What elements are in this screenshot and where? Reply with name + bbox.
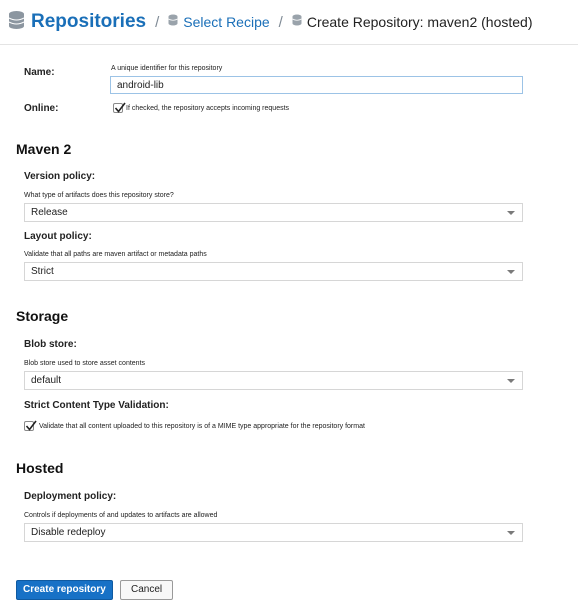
breadcrumb-separator: / xyxy=(278,13,283,31)
layout-policy-value: Strict xyxy=(31,266,54,277)
breadcrumb-separator: / xyxy=(155,13,160,31)
version-policy-value: Release xyxy=(31,207,68,218)
maven2-section-heading: Maven 2 xyxy=(16,141,72,157)
strict-validation-help-text: Validate that all content uploaded to th… xyxy=(39,423,365,430)
checkmark-icon xyxy=(114,102,126,113)
name-input[interactable] xyxy=(110,76,523,94)
database-icon xyxy=(8,10,25,35)
deployment-policy-help-text: Controls if deployments of and updates t… xyxy=(24,512,218,519)
database-icon xyxy=(168,13,178,31)
name-label: Name: xyxy=(24,67,55,78)
layout-policy-help-text: Validate that all paths are maven artifa… xyxy=(24,251,207,258)
version-policy-label: Version policy: xyxy=(24,171,96,182)
blob-store-select[interactable]: default xyxy=(24,371,523,390)
blob-store-help-text: Blob store used to store asset contents xyxy=(24,360,146,367)
blob-store-value: default xyxy=(31,375,62,386)
chevron-down-icon xyxy=(507,270,515,274)
breadcrumb: Repositories / Select Recipe / Create Re… xyxy=(0,0,578,45)
hosted-section-heading: Hosted xyxy=(16,460,64,476)
checkmark-icon xyxy=(25,420,37,431)
layout-policy-label: Layout policy: xyxy=(24,231,92,242)
online-help-text: If checked, the repository accepts incom… xyxy=(126,105,290,112)
breadcrumb-current-page: Create Repository: maven2 (hosted) xyxy=(306,14,533,30)
chevron-down-icon xyxy=(507,211,515,215)
strict-validation-label: Strict Content Type Validation: xyxy=(24,400,169,411)
version-policy-help-text: What type of artifacts does this reposit… xyxy=(24,192,174,199)
version-policy-select[interactable]: Release xyxy=(24,203,523,222)
breadcrumb-repositories-link[interactable]: Repositories xyxy=(31,11,146,33)
deployment-policy-select[interactable]: Disable redeploy xyxy=(24,523,523,542)
cancel-button[interactable]: Cancel xyxy=(120,580,174,600)
online-label: Online: xyxy=(24,103,59,114)
create-repository-button[interactable]: Create repository xyxy=(16,580,113,600)
blob-store-label: Blob store: xyxy=(24,339,77,350)
chevron-down-icon xyxy=(507,379,515,383)
repository-form: Name: A unique identifier for this repos… xyxy=(0,45,578,615)
deployment-policy-value: Disable redeploy xyxy=(31,527,106,538)
strict-validation-checkbox[interactable] xyxy=(24,420,37,431)
chevron-down-icon xyxy=(507,531,515,535)
storage-section-heading: Storage xyxy=(16,308,69,324)
breadcrumb-select-recipe-link[interactable]: Select Recipe xyxy=(183,14,269,30)
name-help-text: A unique identifier for this repository xyxy=(111,65,223,72)
online-checkbox[interactable] xyxy=(113,102,126,113)
database-icon xyxy=(292,13,302,31)
deployment-policy-label: Deployment policy: xyxy=(24,491,117,502)
layout-policy-select[interactable]: Strict xyxy=(24,262,523,281)
